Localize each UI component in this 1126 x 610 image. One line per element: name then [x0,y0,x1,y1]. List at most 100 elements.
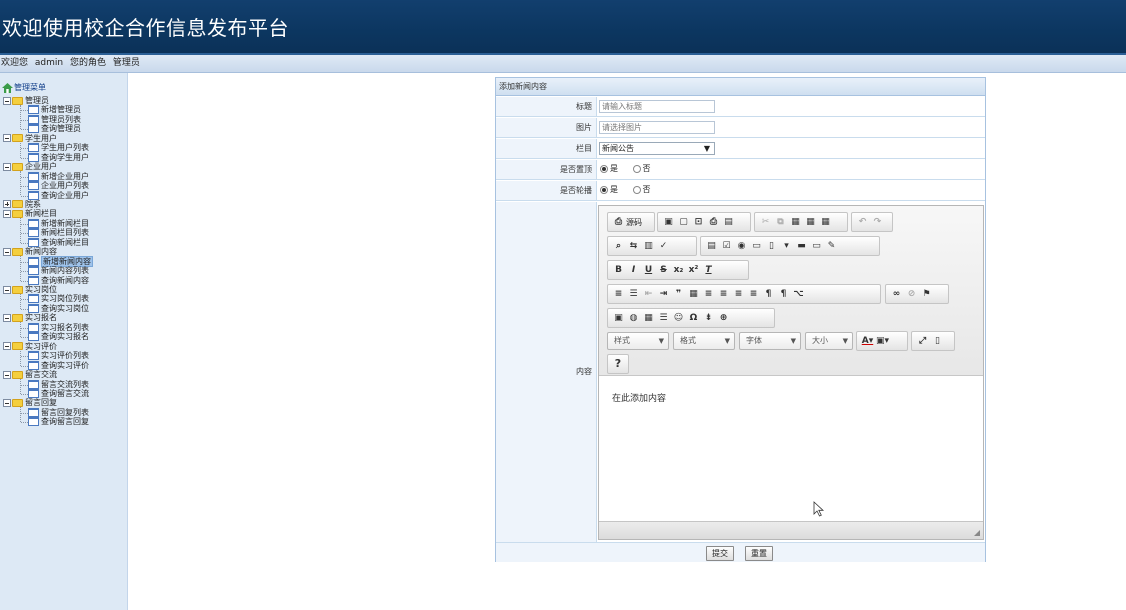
anchor-icon[interactable]: ⚑ [920,287,933,301]
column-select[interactable]: 新闻公告 ▼ [599,142,715,155]
special-char-icon[interactable]: Ω [687,311,700,325]
top-no-radio[interactable] [632,164,641,173]
bullet-list-icon[interactable]: ☰ [627,287,640,301]
format-combo[interactable]: 格式 ▼ [673,332,735,350]
textarea-icon[interactable]: ▯ [765,239,778,253]
undo-icon[interactable]: ↶ [856,215,869,229]
flash-icon[interactable]: ◍ [627,311,640,325]
redo-icon[interactable]: ↷ [871,215,884,229]
button-icon[interactable]: ▬ [795,239,808,253]
form-icon[interactable]: ▤ [705,239,718,253]
strike-icon[interactable]: S [657,263,670,277]
text-color-icon[interactable]: A▾ [861,334,874,348]
ltr-icon[interactable]: ¶ [762,287,775,301]
image-input[interactable] [599,121,715,134]
collapse-icon[interactable] [3,247,11,256]
template-icon[interactable]: ▤ [722,215,735,229]
superscript-icon[interactable]: x² [687,263,700,277]
new-page-icon[interactable]: ▢ [677,215,690,229]
cut-icon[interactable]: ✂ [759,215,772,229]
page-icon [28,218,39,228]
collapse-icon[interactable] [3,96,11,105]
carousel-no-radio[interactable] [632,185,641,194]
div-icon[interactable]: ▦ [687,287,700,301]
save-icon[interactable]: ▣ [662,215,675,229]
align-left-icon[interactable]: ≡ [702,287,715,301]
basic-style-tools: B I U Sx₂ x² T [607,260,749,280]
page-icon [28,388,39,398]
expand-icon[interactable] [3,200,11,209]
collapse-icon[interactable] [3,134,11,143]
collapse-icon[interactable] [3,285,11,294]
image-button-icon[interactable]: ▭ [810,239,823,253]
maximize-icon[interactable]: ⤢ [916,334,929,348]
source-button[interactable]: ⎙ 源码 [607,212,655,232]
remove-format-icon[interactable]: T [702,263,715,277]
checkbox-icon[interactable]: ☑ [720,239,733,253]
tree-connector [21,412,28,414]
collapse-icon[interactable] [3,398,11,407]
rtl-icon[interactable]: ¶ [777,287,790,301]
table-icon[interactable]: ▦ [642,311,655,325]
show-blocks-icon[interactable]: ▯ [931,334,944,348]
menu-root[interactable]: 管理菜单 [2,82,46,93]
link-icon[interactable]: ∞ [890,287,903,301]
size-combo[interactable]: 大小 ▼ [805,332,853,350]
print-icon[interactable]: ⎙ [707,215,720,229]
indent-icon[interactable]: ⇥ [657,287,670,301]
bold-icon[interactable]: B [612,263,625,277]
radio-icon[interactable]: ◉ [735,239,748,253]
align-right-icon[interactable]: ≡ [732,287,745,301]
smiley-icon[interactable]: ☺ [672,311,685,325]
style-combo[interactable]: 样式 ▼ [607,332,669,350]
italic-icon[interactable]: I [627,263,640,277]
help-button[interactable]: ? [607,354,629,374]
copy-icon[interactable]: ⧉ [774,215,787,229]
hidden-field-icon[interactable]: ✎ [825,239,838,253]
collapse-icon[interactable] [3,313,11,322]
submit-button[interactable]: 提交 [706,546,734,561]
reset-button[interactable]: 重置 [745,546,773,561]
paste-text-icon[interactable]: ▦ [804,215,817,229]
justify-icon[interactable]: ≡ [747,287,760,301]
tree-connector [21,299,28,301]
top-yes-radio[interactable] [600,164,608,173]
blockquote-icon[interactable]: ❞ [672,287,685,301]
paste-icon[interactable]: ▦ [789,215,802,229]
bg-color-icon[interactable]: ▣▾ [876,334,889,348]
title-input[interactable] [599,100,715,113]
tree-connector [20,142,21,158]
underline-icon[interactable]: U [642,263,655,277]
horizontal-line-icon[interactable]: ☰ [657,311,670,325]
tree-connector [21,242,28,244]
image-icon[interactable]: ▣ [612,311,625,325]
tree-connector [21,271,28,273]
numbered-list-icon[interactable]: ≡ [612,287,625,301]
collapse-icon[interactable] [3,342,11,351]
paste-word-icon[interactable]: ▦ [819,215,832,229]
textfield-icon[interactable]: ▭ [750,239,763,253]
font-combo[interactable]: 字体 ▼ [739,332,801,350]
resize-grip-icon[interactable] [974,530,980,536]
find-icon[interactable]: ⌕ [612,239,625,253]
language-icon[interactable]: ⌥ [792,287,805,301]
collapse-icon[interactable] [3,209,11,218]
outdent-icon[interactable]: ⇤ [642,287,655,301]
collapse-icon[interactable] [3,162,11,171]
subscript-icon[interactable]: x₂ [672,263,685,277]
page-icon [28,105,39,115]
carousel-yes-radio[interactable] [600,185,608,194]
sidebar-item[interactable]: 查询留言回复 [28,417,89,427]
iframe-icon[interactable]: ⊕ [717,311,730,325]
unlink-icon[interactable]: ⊘ [905,287,918,301]
collapse-icon[interactable] [3,370,11,379]
align-center-icon[interactable]: ≡ [717,287,730,301]
sidebar-item-label: 查询留言回复 [41,417,89,427]
select-icon[interactable]: ▾ [780,239,793,253]
editor-content-area[interactable]: 在此添加内容 [599,377,983,521]
select-all-icon[interactable]: ▥ [642,239,655,253]
replace-icon[interactable]: ⇆ [627,239,640,253]
preview-icon[interactable]: ⊡ [692,215,705,229]
spellcheck-icon[interactable]: ✓ [657,239,670,253]
page-break-icon[interactable]: ⇟ [702,311,715,325]
